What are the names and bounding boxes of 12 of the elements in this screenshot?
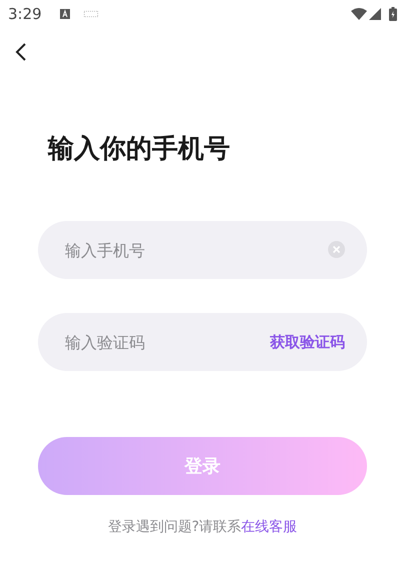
back-icon[interactable] [14,42,28,62]
page-title: 输入你的手机号 [48,133,231,165]
battery-icon [389,7,397,21]
get-code-link[interactable]: 获取验证码 [270,332,345,352]
signal-icon [369,8,381,20]
wifi-icon [351,8,367,20]
customer-service-link[interactable]: 在线客服 [241,519,298,535]
status-time: 3:29 [8,4,42,25]
phone-input-field[interactable]: 输入手机号 [38,221,367,279]
keyboard-letter-icon [60,9,70,19]
help-text: 登录遇到问题?请联系在线客服 [106,518,298,537]
keyboard-icon [84,11,98,17]
